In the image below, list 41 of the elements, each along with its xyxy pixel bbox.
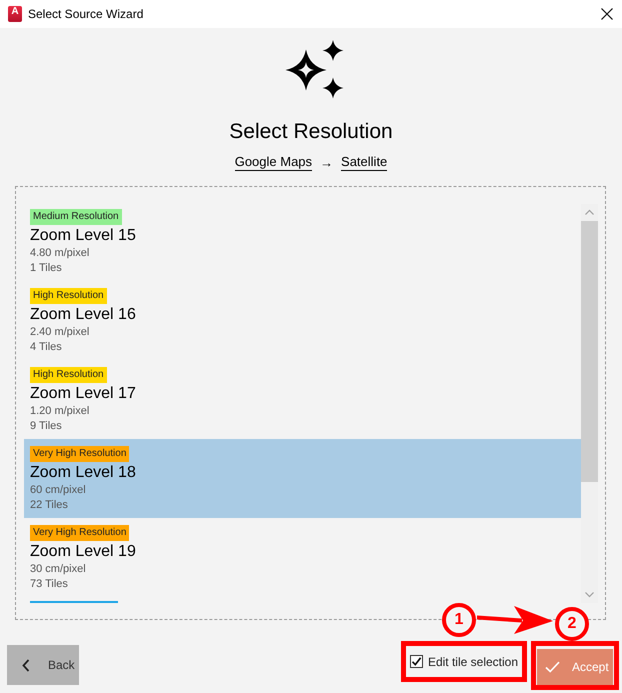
scrollbar-thumb[interactable] xyxy=(581,221,598,482)
zoom-level-title: Zoom Level 16 xyxy=(30,305,136,325)
checkbox-label[interactable]: Edit tile selection xyxy=(428,652,518,670)
sparkles-icon xyxy=(284,40,344,99)
resolution-badge: High Resolution xyxy=(30,367,107,383)
scale-text: 4.80 m/pixel xyxy=(30,246,90,261)
window-title: Select Source Wizard xyxy=(28,6,144,22)
zoom-level-title: Zoom Level 19 xyxy=(30,542,136,562)
resolution-item[interactable]: High Resolution Zoom Level 17 1.20 m/pixel 9 Tiles xyxy=(24,360,581,439)
breadcrumb-link[interactable]: Satellite xyxy=(341,153,388,171)
resolution-item[interactable]: Very High Resolution Zoom Level 19 30 cm/pixel 73 Tiles xyxy=(24,518,581,597)
resolution-badge: High Resolution xyxy=(30,288,107,304)
resolution-badge: Very High Resolution xyxy=(30,446,130,462)
checkbox[interactable] xyxy=(410,655,423,668)
resolution-item[interactable]: High Resolution Zoom Level 16 2.40 m/pixel 4 Tiles xyxy=(24,281,581,360)
resolution-badge: Medium Resolution xyxy=(30,209,122,225)
breadcrumb-link[interactable]: Google Maps xyxy=(234,153,312,171)
zoom-level-title: Zoom Level 17 xyxy=(30,384,136,404)
scale-text: 30 cm/pixel xyxy=(30,562,86,577)
breadcrumb-separator: → xyxy=(320,154,334,170)
resolution-item[interactable]: Medium Resolution Zoom Level 15 4.80 m/pixel 1 Tiles xyxy=(24,202,581,281)
close-icon[interactable] xyxy=(601,8,613,20)
tile-count: 73 Tiles xyxy=(30,577,68,592)
tile-count: 9 Tiles xyxy=(30,419,62,434)
chevron-left-icon xyxy=(22,658,30,672)
scale-text: 2.40 m/pixel xyxy=(30,325,90,340)
resolution-item[interactable]: Very High Resolution Zoom Level 18 60 cm/pixel 22 Tiles xyxy=(24,439,581,518)
zoom-level-title: Zoom Level 15 xyxy=(30,226,136,246)
check-icon xyxy=(545,661,560,673)
app-logo: A xyxy=(8,6,22,22)
zoom-level-title: Zoom Level 18 xyxy=(30,463,136,483)
scale-text: 1.20 m/pixel xyxy=(30,404,90,419)
step-marker: 1 xyxy=(442,603,476,637)
page-heading: Select Resolution xyxy=(229,119,393,145)
step-marker: 2 xyxy=(555,607,589,641)
tile-count: 1 Tiles xyxy=(30,261,62,276)
resolution-badge: Very High Resolution xyxy=(30,525,130,541)
back-button[interactable]: Back xyxy=(7,645,79,685)
scale-text: 60 cm/pixel xyxy=(30,483,86,498)
tile-count: 4 Tiles xyxy=(30,340,62,355)
tile-count: 22 Tiles xyxy=(30,498,68,513)
